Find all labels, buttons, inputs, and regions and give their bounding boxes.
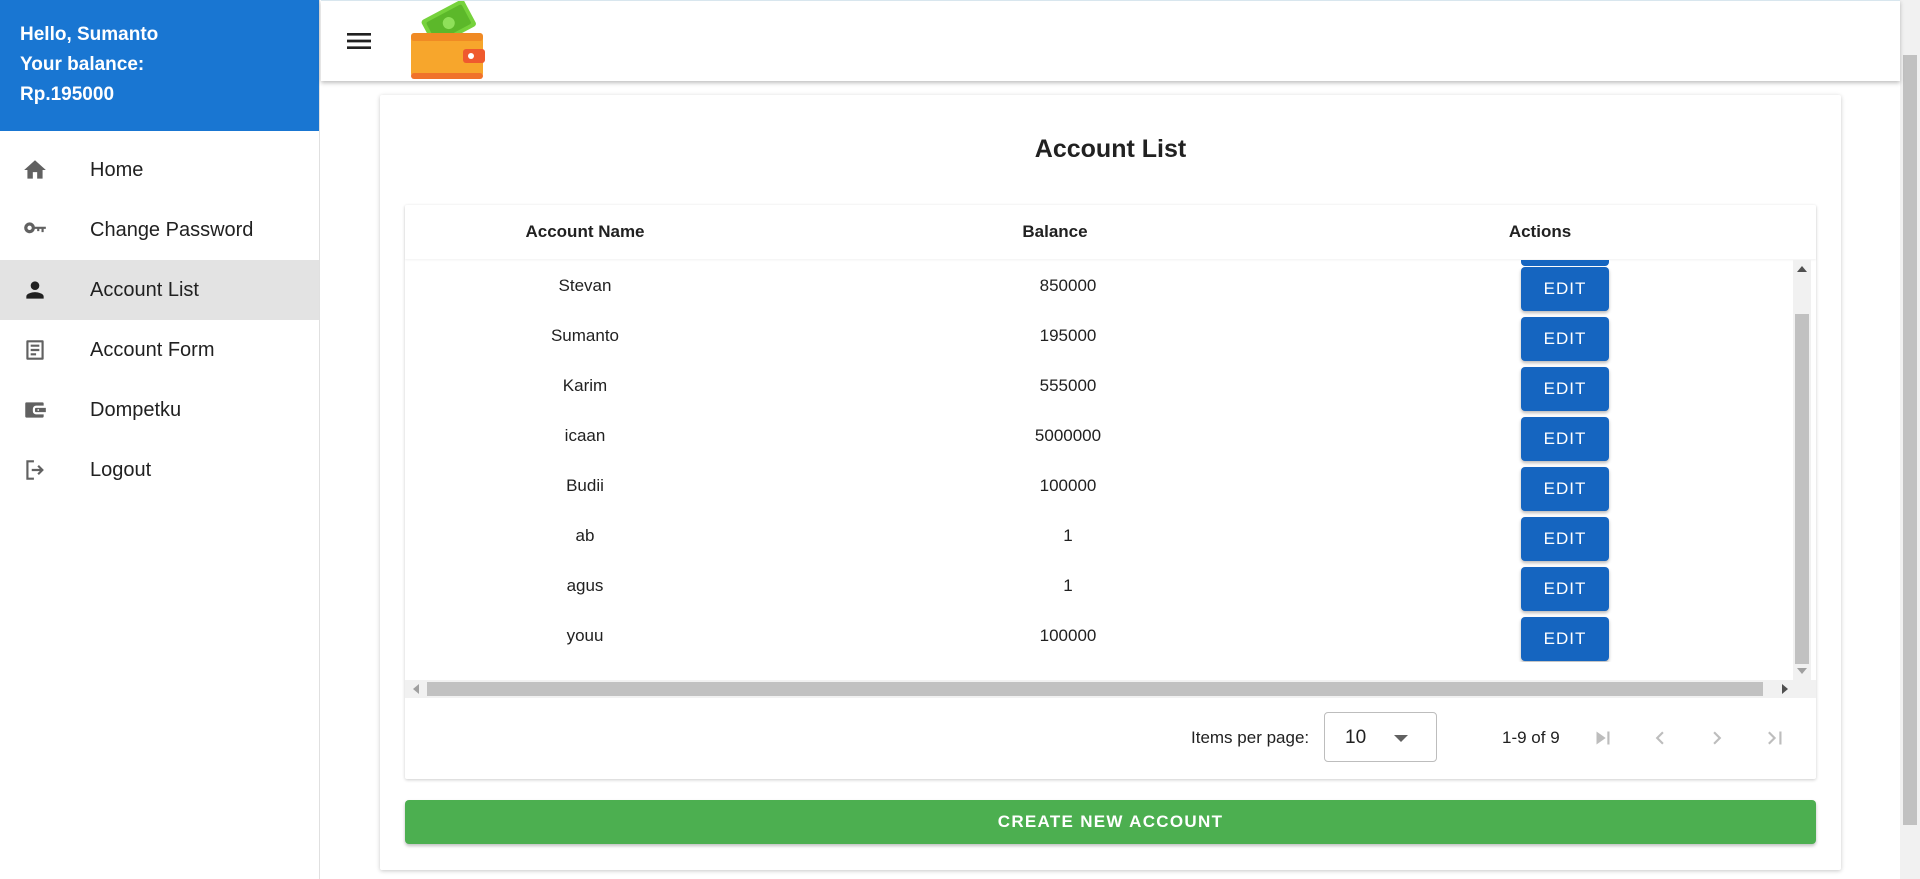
items-per-page-value: 10 — [1345, 727, 1367, 748]
column-header-actions: Actions — [1508, 222, 1572, 241]
account-name-cell: ab — [575, 526, 595, 545]
paginator: Items per page: 10 1-9 of 9 — [405, 698, 1816, 779]
person-icon — [22, 277, 48, 303]
sidebar-item-change-password[interactable]: Change Password — [0, 200, 319, 260]
home-icon — [22, 157, 48, 183]
scroll-left-icon[interactable] — [413, 684, 419, 694]
wallet-logo — [407, 0, 489, 83]
account-name-cell: Stevan — [558, 276, 612, 295]
dropdown-caret-icon — [1394, 735, 1408, 742]
sidebar-item-logout[interactable]: Logout — [0, 440, 319, 500]
table-row: Sumanto 195000 EDIT — [405, 311, 1791, 361]
account-list-card: Account List Account Name Balance Action… — [380, 95, 1841, 870]
balance-cell: 850000 — [1039, 276, 1097, 295]
sidebar-item-account-form[interactable]: Account Form — [0, 320, 319, 380]
table-row: icaan 5000000 EDIT — [405, 411, 1791, 461]
table-row: youu 100000 EDIT — [405, 611, 1791, 661]
sidebar-item-label: Account Form — [90, 338, 215, 361]
balance-cell: 195000 — [1039, 326, 1097, 345]
scrollbar-thumb[interactable] — [427, 682, 1763, 696]
key-icon — [22, 217, 48, 243]
items-per-page-select[interactable]: 10 — [1324, 712, 1437, 762]
account-name-cell: Budii — [566, 476, 604, 495]
next-page-icon[interactable] — [1699, 720, 1735, 756]
account-name-cell: Sumanto — [550, 326, 620, 345]
scrollbar-thumb[interactable] — [1903, 55, 1917, 825]
balance-value: Rp.195000 — [20, 84, 115, 105]
balance-cell: 555000 — [1039, 376, 1097, 395]
sidebar-item-home[interactable]: Home — [0, 140, 319, 200]
accounts-table: Account Name Balance Actions Stevan 8500… — [405, 205, 1816, 779]
scrollbar-thumb[interactable] — [1795, 314, 1809, 664]
edit-button[interactable]: EDIT — [1521, 567, 1609, 611]
hamburger-menu-icon[interactable] — [343, 25, 375, 57]
sidebar-nav: Home Change Password Account List Accoun… — [0, 131, 319, 500]
balance-cell: 100000 — [1039, 476, 1097, 495]
account-name-cell: agus — [566, 576, 604, 595]
user-balance-header: Hello, Sumanto Your balance: Rp.195000 — [0, 0, 319, 131]
previous-page-icon[interactable] — [1642, 720, 1678, 756]
last-page-icon[interactable] — [1757, 720, 1793, 756]
table-horizontal-scrollbar[interactable] — [405, 680, 1816, 698]
sidebar: Hello, Sumanto Your balance: Rp.195000 H… — [0, 0, 320, 879]
edit-button[interactable]: EDIT — [1521, 317, 1609, 361]
balance-label: Your balance: — [20, 54, 145, 75]
top-app-bar — [321, 0, 1900, 81]
page-title: Account List — [1034, 135, 1187, 163]
column-header-balance[interactable]: Balance — [980, 222, 1130, 242]
table-vertical-scrollbar[interactable] — [1793, 260, 1811, 680]
table-row: Karim 555000 EDIT — [405, 361, 1791, 411]
balance-cell: 100000 — [1039, 626, 1097, 645]
scroll-down-icon[interactable] — [1797, 668, 1807, 674]
scroll-right-icon[interactable] — [1782, 684, 1788, 694]
table-row: Budii 100000 EDIT — [405, 461, 1791, 511]
edit-button[interactable]: EDIT — [1521, 267, 1609, 311]
sidebar-item-label: Account List — [90, 278, 199, 301]
table-row: agus 1 EDIT — [405, 561, 1791, 611]
sidebar-item-label: Dompetku — [90, 398, 182, 421]
account-name-cell: icaan — [564, 426, 606, 445]
balance-cell: 1 — [1063, 576, 1073, 595]
page-vertical-scrollbar[interactable] — [1900, 0, 1920, 879]
edit-button[interactable]: EDIT — [1521, 467, 1609, 511]
page-range-label: 1-9 of 9 — [1502, 728, 1560, 747]
balance-cell: 5000000 — [1034, 426, 1102, 445]
sidebar-item-account-list[interactable]: Account List — [0, 260, 319, 320]
create-new-account-button[interactable]: CREATE NEW ACCOUNT — [405, 800, 1816, 844]
logout-icon — [22, 457, 48, 483]
table-body: Stevan 850000 EDIT Sumanto 195000 EDIT K… — [405, 260, 1791, 662]
account-name-cell: youu — [566, 626, 604, 645]
greeting-text: Hello, Sumanto — [20, 24, 159, 45]
sidebar-item-label: Change Password — [90, 218, 254, 241]
items-per-page-label: Items per page: — [1191, 728, 1310, 747]
sidebar-item-label: Logout — [90, 458, 152, 481]
column-header-account-name[interactable]: Account Name — [500, 222, 670, 242]
edit-button[interactable]: EDIT — [1521, 517, 1609, 561]
form-icon — [22, 337, 48, 363]
sidebar-item-label: Home — [90, 158, 144, 181]
edit-button[interactable]: EDIT — [1521, 617, 1609, 661]
table-header: Account Name Balance Actions — [405, 205, 1816, 259]
edit-button[interactable]: EDIT — [1521, 417, 1609, 461]
balance-cell: 1 — [1063, 526, 1073, 545]
account-name-cell: Karim — [562, 376, 608, 395]
edit-button[interactable]: EDIT — [1521, 367, 1609, 411]
scroll-up-icon[interactable] — [1797, 266, 1807, 272]
table-row: ab 1 EDIT — [405, 511, 1791, 561]
first-page-icon[interactable] — [1585, 720, 1621, 756]
sidebar-item-dompetku[interactable]: Dompetku — [0, 380, 319, 440]
wallet-icon — [22, 397, 48, 423]
table-row: Stevan 850000 EDIT — [405, 261, 1791, 311]
